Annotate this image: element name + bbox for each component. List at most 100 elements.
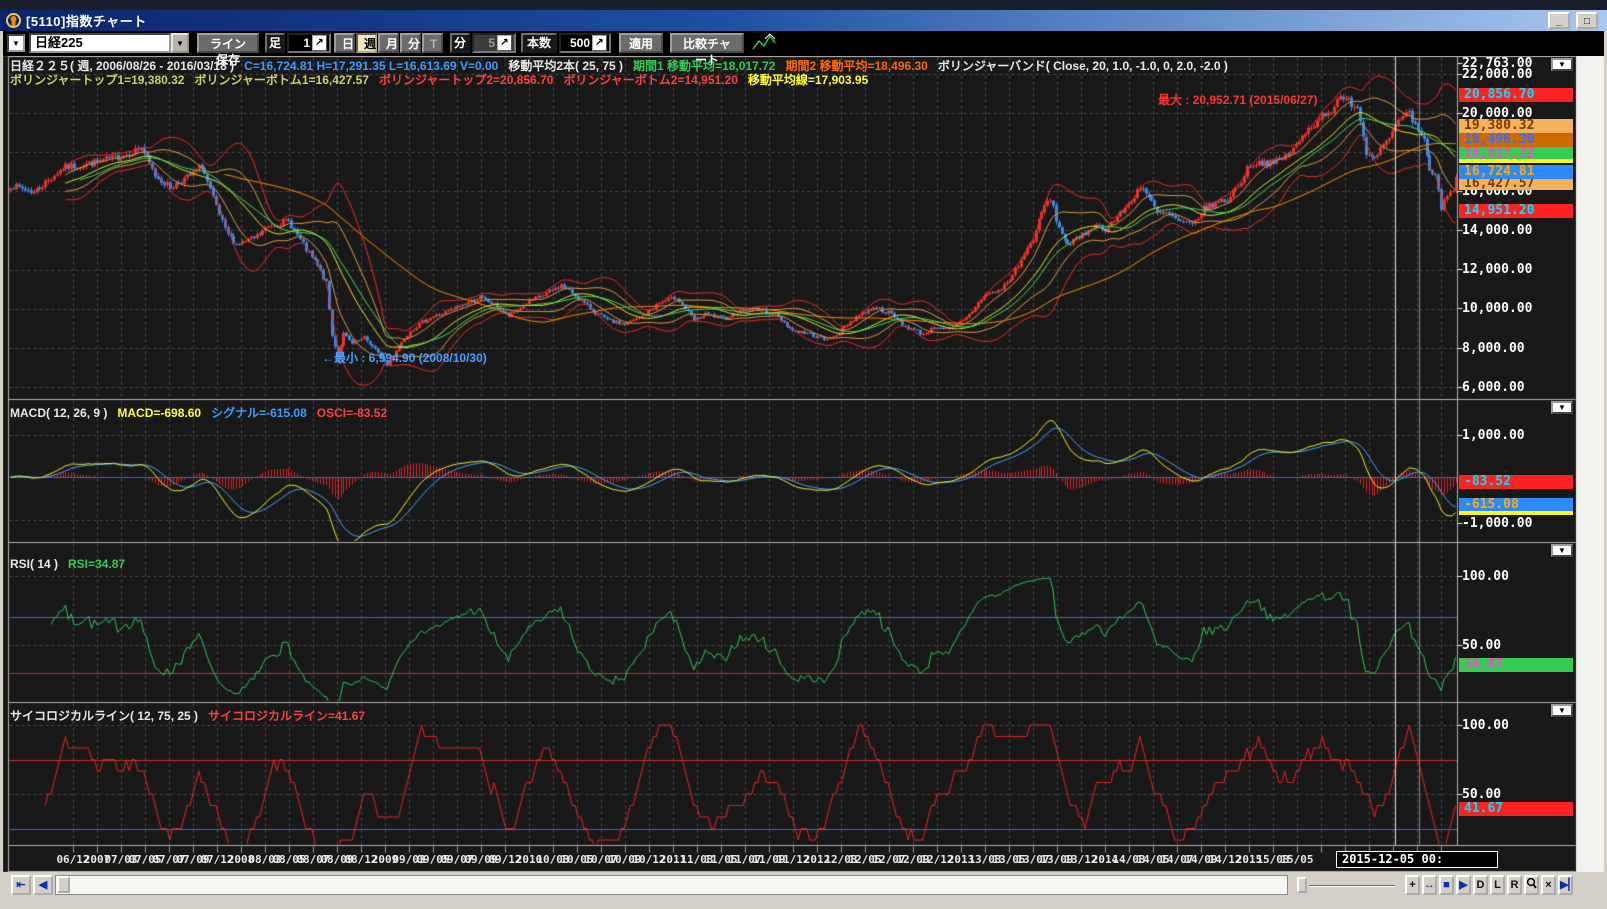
window-left-frame xyxy=(0,31,3,898)
axis-label: 22,000.00 xyxy=(1462,67,1532,82)
panel-header: サイコロジカルライン( 12, 75, 25 )サイコロジカルライン=41.67 xyxy=(10,707,375,724)
minimize-button[interactable]: _ xyxy=(1548,12,1570,29)
panel-collapse-button[interactable]: ▼ xyxy=(1551,704,1573,717)
header-segment: サイコロジカルライン( 12, 75, 25 ) xyxy=(10,709,198,723)
symbol-dropdown-arrow-icon[interactable]: ▼ xyxy=(171,33,189,53)
chart-annotation: 最大 : 20,952.71 (2015/06/27) xyxy=(1158,91,1317,108)
header-segment: 移動平均線=17,903.95 xyxy=(748,73,868,87)
price-badge: 16,724.81 xyxy=(1459,165,1573,179)
period-button-週[interactable]: 週 xyxy=(356,33,377,53)
apply-button[interactable]: 適用 xyxy=(619,33,663,53)
price-badge-strip xyxy=(1459,511,1573,515)
axis-label: 100.00 xyxy=(1462,569,1509,584)
price-badge: 16,427.57 xyxy=(1459,178,1573,190)
axis-label: 8,000.00 xyxy=(1462,341,1525,356)
bar-count-value: 1 xyxy=(303,35,310,51)
minute-input[interactable]: 5 ↗ xyxy=(472,33,516,53)
price-badge: 20,856.70 xyxy=(1459,88,1573,102)
price-badge: 14,951.20 xyxy=(1459,204,1573,218)
trend-line-tool-icon[interactable] xyxy=(751,33,777,53)
horizontal-scrollbar: ⇤◀ +↔■▶DLR ×▶▏ xyxy=(3,872,1604,898)
outer-frame-strip xyxy=(0,0,1607,10)
panel-collapse-button[interactable]: ▼ xyxy=(1551,401,1573,414)
symbol-select[interactable]: 日経225 xyxy=(29,33,171,53)
panel-header: RSI( 14 ) RSI=34.87 xyxy=(10,557,135,571)
axis-label: 50.00 xyxy=(1462,787,1501,802)
header-segment: MACD( 12, 26, 9 ) xyxy=(10,406,107,420)
chart-menu-dropdown[interactable]: ▼ xyxy=(7,34,25,52)
header-segment: ボリンジャーボトム2=14,951.20 xyxy=(563,73,737,87)
l-mode-button[interactable]: L xyxy=(1490,875,1505,895)
header-segment: シグナル=-615.08 xyxy=(211,406,307,420)
header-segment: OSCI=-83.52 xyxy=(317,406,387,420)
title-bar: [5110]指数チャート _ □ xyxy=(0,10,1607,31)
app-icon xyxy=(6,13,21,28)
minute-value: 5 xyxy=(488,35,495,51)
header-segment: ボリンジャートップ1=19,380.32 xyxy=(10,73,184,87)
minute-spinner-icon[interactable]: ↗ xyxy=(497,35,512,51)
price-badge: 19,380.32 xyxy=(1459,119,1573,133)
cursor-date-box: 2015-12-05 00: xyxy=(1336,851,1498,868)
panel-collapse-button[interactable]: ▼ xyxy=(1551,58,1573,71)
line-save-button[interactable]: ライン保存 xyxy=(197,33,259,53)
bar-count-input[interactable]: 1 ↗ xyxy=(287,33,331,53)
zoom-slider-track[interactable] xyxy=(1309,885,1395,887)
close-tool-button[interactable]: × xyxy=(1541,875,1556,895)
zoom-slider-thumb[interactable] xyxy=(1297,877,1307,893)
axis-label: 1,000.00 xyxy=(1462,428,1525,443)
index-chart-window: [5110]指数チャート _ □ ▼ 日経225 ▼ ライン保存 足 1 ↗ 日… xyxy=(0,0,1607,909)
window-title: [5110]指数チャート xyxy=(26,11,147,30)
magnifier-button[interactable] xyxy=(1524,875,1539,895)
toolbar: ▼ 日経225 ▼ ライン保存 足 1 ↗ 日週月分T 分 5 ↗ 本数 500… xyxy=(3,31,1604,56)
axis-label: 100.00 xyxy=(1462,718,1509,733)
x-axis-label: 15/05 xyxy=(1280,853,1313,866)
price-badge: 34.87 xyxy=(1459,658,1573,672)
r-mode-button[interactable]: R xyxy=(1507,875,1522,895)
axis-label: -1,000.00 xyxy=(1462,516,1532,531)
compare-chart-button[interactable]: 比較チャート xyxy=(670,33,744,53)
axis-label: 10,000.00 xyxy=(1462,301,1532,316)
chart-canvas[interactable] xyxy=(0,0,1607,909)
fit-width-button[interactable]: ↔ xyxy=(1422,875,1437,895)
maximize-button[interactable]: □ xyxy=(1576,12,1598,29)
count-value: 500 xyxy=(570,35,590,51)
bar-label: 足 xyxy=(265,33,285,53)
panel-collapse-button[interactable]: ▼ xyxy=(1551,544,1573,557)
scrollbar-track[interactable] xyxy=(55,875,1288,895)
play-button[interactable]: ▶ xyxy=(1456,875,1471,895)
header-segment: ボリンジャーボトム1=16,427.57 xyxy=(194,73,368,87)
count-input[interactable]: 500 ↗ xyxy=(559,33,611,53)
count-spinner-icon[interactable]: ↗ xyxy=(592,35,607,51)
d-mode-button[interactable]: D xyxy=(1473,875,1488,895)
bar-spinner-icon[interactable]: ↗ xyxy=(312,35,327,51)
panel-header: ボリンジャートップ1=19,380.32 ボリンジャーボトム1=16,427.57… xyxy=(10,71,878,88)
chart-annotation: ←最小 : 6,994.90 (2008/10/30) xyxy=(322,349,487,366)
scroll-left-button[interactable]: ◀ xyxy=(33,875,53,895)
price-badge: -83.52 xyxy=(1459,475,1573,489)
axis-label: 14,000.00 xyxy=(1462,223,1532,238)
price-badge: -615.08 xyxy=(1459,498,1573,512)
price-badge: 41.67 xyxy=(1459,802,1573,816)
period-button-月[interactable]: 月 xyxy=(378,33,399,53)
scroll-to-start-button[interactable]: ⇤ xyxy=(11,875,31,895)
header-segment: ボリンジャーバンド( Close, 20, 1.0, -1.0, 0, 2.0,… xyxy=(938,59,1228,73)
scrollbar-thumb[interactable] xyxy=(57,876,70,893)
price-badge-strip xyxy=(1459,159,1573,163)
axis-label: 6,000.00 xyxy=(1462,380,1525,395)
zoom-in-button[interactable]: + xyxy=(1405,875,1420,895)
period-button-T[interactable]: T xyxy=(422,33,443,53)
axis-label: 50.00 xyxy=(1462,638,1501,653)
header-segment: MACD=-698.60 xyxy=(117,406,201,420)
header-segment: ボリンジャートップ2=20,856.70 xyxy=(379,73,553,87)
minute-label: 分 xyxy=(450,33,470,53)
period-button-日[interactable]: 日 xyxy=(334,33,355,53)
header-segment: RSI=34.87 xyxy=(68,557,125,571)
count-label: 本数 xyxy=(521,33,557,53)
stop-button[interactable]: ■ xyxy=(1439,875,1454,895)
scroll-to-end-button[interactable]: ▶▏ xyxy=(1558,875,1573,895)
panel-header: MACD( 12, 26, 9 ) MACD=-698.60 シグナル=-615.0… xyxy=(10,404,397,421)
period-button-分[interactable]: 分 xyxy=(400,33,421,53)
axis-label: 12,000.00 xyxy=(1462,262,1532,277)
header-segment: RSI( 14 ) xyxy=(10,557,58,571)
price-badge: 18,496.30 xyxy=(1459,133,1573,147)
